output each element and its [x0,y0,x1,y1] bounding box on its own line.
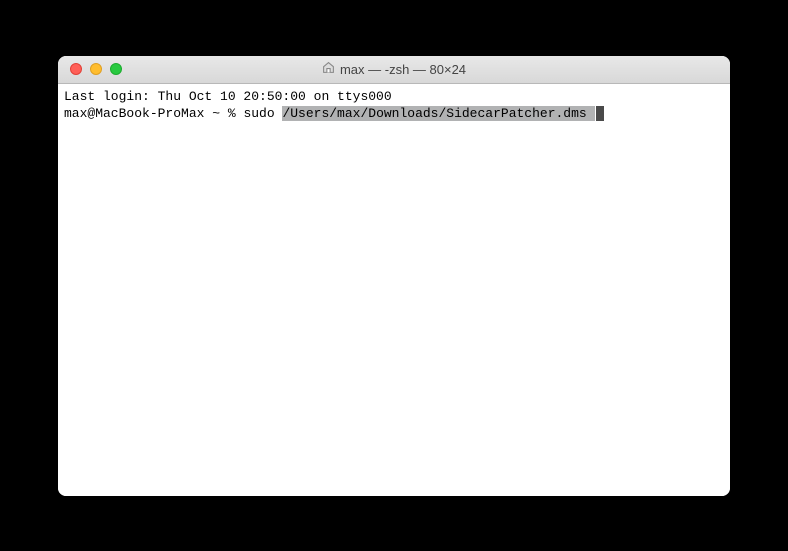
minimize-button[interactable] [90,63,102,75]
maximize-button[interactable] [110,63,122,75]
close-button[interactable] [70,63,82,75]
home-icon [322,61,335,77]
terminal-body[interactable]: Last login: Thu Oct 10 20:50:00 on ttys0… [58,84,730,496]
cursor [596,106,604,121]
titlebar[interactable]: max — -zsh — 80×24 [58,56,730,84]
terminal-window: max — -zsh — 80×24 Last login: Thu Oct 1… [58,56,730,496]
command-prefix: sudo [243,106,282,121]
highlighted-path: /Users/max/Downloads/SidecarPatcher.dms [282,106,594,121]
prompt-line: max@MacBook-ProMax ~ % sudo /Users/max/D… [64,105,724,123]
traffic-lights [58,63,122,75]
prompt-text: max@MacBook-ProMax ~ % [64,106,243,121]
window-title: max — -zsh — 80×24 [58,61,730,77]
window-title-text: max — -zsh — 80×24 [340,62,466,77]
last-login-line: Last login: Thu Oct 10 20:50:00 on ttys0… [64,88,724,106]
